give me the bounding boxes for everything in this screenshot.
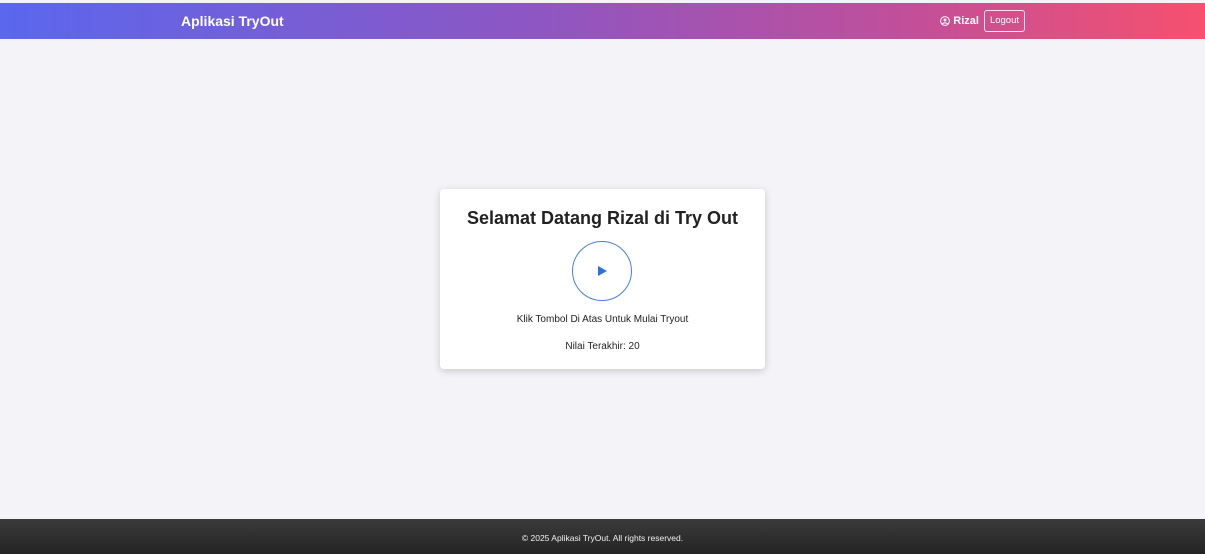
page: Aplikasi TryOut Rizal Logout Selamat Dat… <box>0 0 1205 554</box>
logout-button[interactable]: Logout <box>983 10 1025 32</box>
last-score: Nilai Terakhir: 20 <box>565 341 640 352</box>
start-tryout-button[interactable] <box>572 241 632 301</box>
user-area: Rizal Logout <box>940 3 1025 39</box>
welcome-card: Selamat Datang Rizal di Try Out Klik Tom… <box>440 189 765 369</box>
welcome-title: Selamat Datang Rizal di Try Out <box>466 208 739 228</box>
user-menu: Rizal <box>940 15 979 27</box>
navbar: Aplikasi TryOut Rizal Logout <box>0 3 1205 39</box>
start-hint: Klik Tombol Di Atas Untuk Mulai Tryout <box>516 314 689 325</box>
play-icon <box>598 266 607 276</box>
brand-link[interactable]: Aplikasi TryOut <box>181 3 284 39</box>
user-circle-icon <box>940 16 951 26</box>
user-name: Rizal <box>953 15 979 27</box>
footer: © 2025 Aplikasi TryOut. All rights reser… <box>0 519 1205 554</box>
copyright-text: © 2025 Aplikasi TryOut. All rights reser… <box>521 533 684 543</box>
